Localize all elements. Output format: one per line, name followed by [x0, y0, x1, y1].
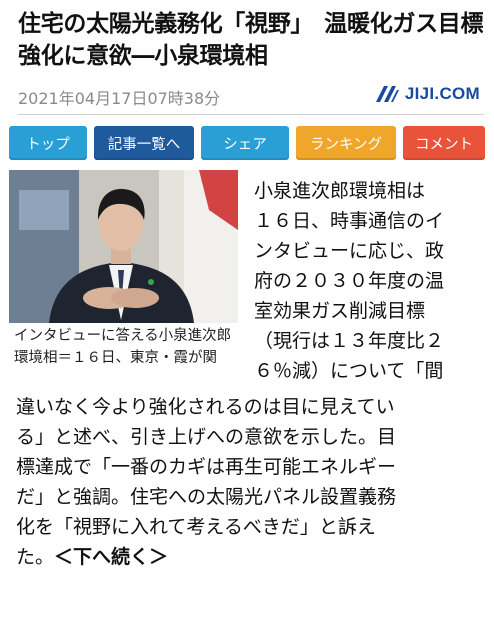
- body-line: ６％減）について「間: [254, 360, 444, 382]
- body-line: （現行は１３年度比２: [254, 330, 445, 352]
- body-line: 標達成で「一番のカギは再生可能エネルギー: [16, 456, 397, 478]
- body-line: る」と述べ、引き上げへの意欲を示した。目: [16, 426, 397, 448]
- body-line: １６日、時事通信のイ: [254, 210, 445, 232]
- article-headline: 住宅の太陽光義務化「視野」 温暖化ガス目標強化に意欲―小泉環境相: [18, 11, 484, 69]
- body-line: だ」と強調。住宅への太陽光パネル設置義務: [16, 486, 397, 508]
- nav-comment-label: コメント: [415, 136, 473, 153]
- article-photo[interactable]: [9, 170, 238, 323]
- nav-article-list-label: 記事一覧へ: [107, 136, 181, 153]
- photo-caption: インタビューに答える小泉進次郎環境相＝１６日、東京・霞が関: [14, 328, 232, 366]
- nav-top-button[interactable]: トップ: [9, 126, 87, 160]
- header-divider: [18, 114, 484, 115]
- nav-share-label: シェア: [223, 136, 267, 153]
- jiji-logo-icon: [375, 86, 399, 102]
- article-nav: トップ 記事一覧へ シェア ランキング コメント: [9, 126, 485, 160]
- nav-share-button[interactable]: シェア: [201, 126, 289, 160]
- article-timestamp: 2021年04月17日07時38分: [18, 89, 221, 108]
- body-line: 府の２０３０年度の温: [254, 270, 445, 292]
- body-last-line: た。＜下へ続く＞: [16, 542, 486, 572]
- nav-comment-button[interactable]: コメント: [403, 126, 485, 160]
- jiji-logo[interactable]: JIJI.COM: [374, 82, 480, 106]
- body-line: 室効果ガス削減目標: [254, 300, 426, 322]
- article-meta: 2021年04月17日07時38分 JIJI.COM: [18, 80, 484, 108]
- nav-article-list-button[interactable]: 記事一覧へ: [94, 126, 194, 160]
- continue-reading-link[interactable]: ＜下へ続く＞: [54, 546, 168, 568]
- nav-top-label: トップ: [26, 136, 70, 153]
- nav-ranking-label: ランキング: [309, 136, 383, 153]
- body-line: 小泉進次郎環境相は: [254, 180, 426, 202]
- body-line: 化を「視野に入れて考えるべきだ」と訴え: [16, 516, 376, 538]
- body-line: ンタビューに応じ、政: [254, 240, 445, 262]
- body-line: 違いなく今より強化されるのは目に見えてい: [16, 396, 395, 418]
- article-body-right-column: 小泉進次郎環境相は １６日、時事通信のイ ンタビューに応じ、政 府の２０３０年度…: [254, 176, 486, 386]
- body-last-line-text: た。: [16, 546, 55, 568]
- nav-ranking-button[interactable]: ランキング: [296, 126, 396, 160]
- photo-illustration: [9, 170, 238, 323]
- logo-text: JIJI.COM: [404, 84, 480, 103]
- article-body-full-width: 違いなく今より強化されるのは目に見えてい る」と述べ、引き上げへの意欲を示した。…: [16, 392, 486, 572]
